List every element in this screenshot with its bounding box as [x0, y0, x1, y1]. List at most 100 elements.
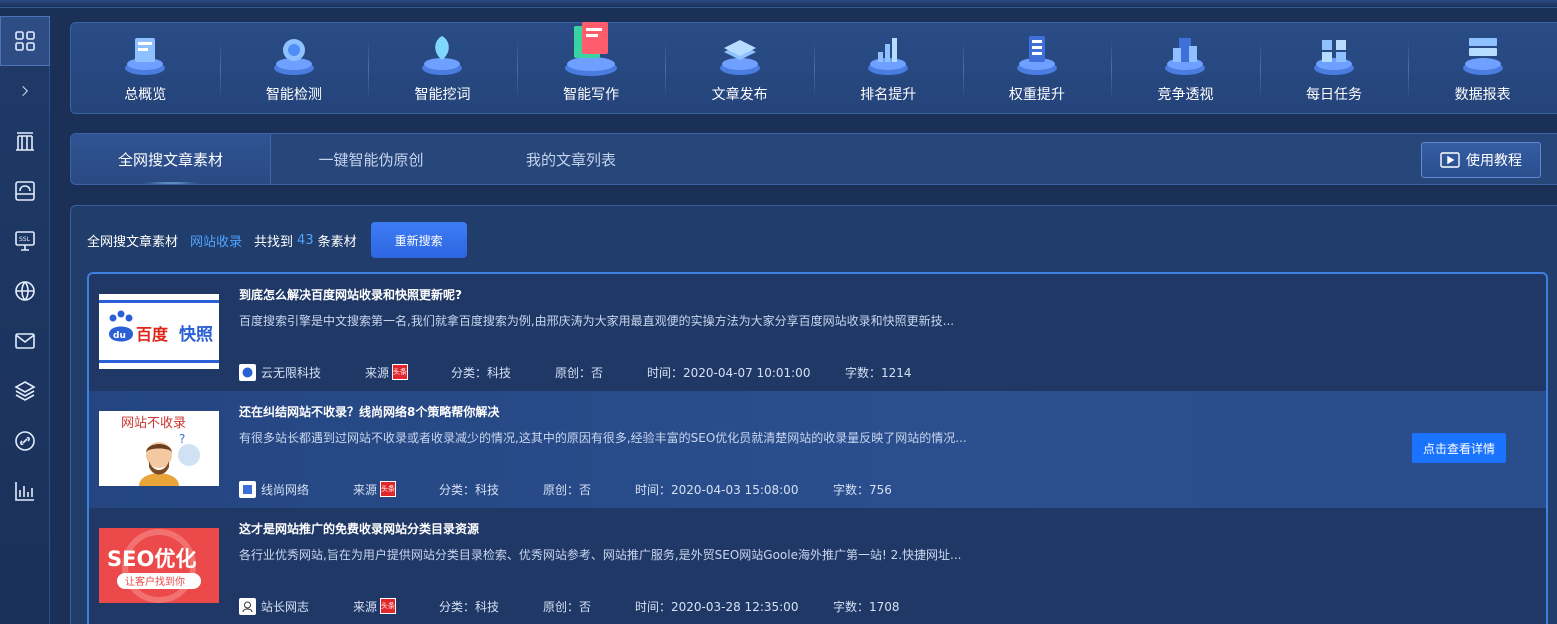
mail-icon [15, 333, 35, 349]
nav-competition[interactable]: 竞争透视 [1111, 23, 1260, 113]
article-desc: 各行业优秀网站,旨在为用户提供网站分类目录检索、优秀网站参考、网站推广服务,是外… [239, 548, 962, 562]
svg-text:?: ? [179, 432, 185, 446]
building-icon [16, 132, 34, 151]
bar-chart-icon [15, 482, 34, 501]
svg-text:SSL: SSL [19, 236, 31, 243]
tutorial-label: 使用教程 [1466, 153, 1522, 169]
weight-icon [1016, 36, 1057, 75]
list-item[interactable]: SEO优化 让客户找到你 这才是网站推广的免费收录网站分类目录资源 各行业优秀网… [89, 508, 1546, 624]
article-category: 分类：科技 [439, 482, 500, 497]
article-desc: 有很多站长都遇到过网站不收录或者收录减少的情况,这其中的原因有很多,经验丰富的S… [239, 431, 967, 445]
article-words: 字数：1708 [833, 599, 900, 614]
globe-icon [15, 281, 35, 301]
list-item[interactable]: 网站不收录 ? 还在纠结网站不收录？线尚网络8个策略帮你解决 有很多站长都遇到过… [89, 391, 1546, 508]
summary-found-suffix: 条素材 [317, 234, 357, 250]
article-title[interactable]: 这才是网站推广的免费收录网站分类目录资源 [239, 520, 479, 537]
article-desc: 百度搜索引擎是中文搜索第一名,我们就拿百度搜索为例,由邢庆涛为大家用最直观便的实… [239, 314, 955, 328]
article-meta: 站长网志 来源 头条 分类：科技 原创：否 时间：2020-03-28 12:35… [239, 596, 900, 616]
nav-keyword[interactable]: 智能挖词 [368, 23, 517, 113]
thumb-baidu-text: 百度 [136, 325, 169, 344]
keyword-icon [422, 36, 463, 75]
author-logo-icon [239, 597, 256, 615]
research-button[interactable]: 重新搜索 [370, 222, 467, 258]
summary-prefix: 全网搜文章素材 [87, 234, 179, 250]
list-item[interactable]: du 百度 快照 到底怎么解决百度网站收录和快照更新呢? 百度搜索引擎是中文搜索… [89, 274, 1546, 391]
article-meta: 线尚网络 来源 头条 分类：科技 原创：否 时间：2020-04-03 15:08… [239, 479, 892, 499]
nav-label: 智能检测 [265, 87, 322, 103]
content-panel: 全网搜文章素材 网站收录 共找到 43 条素材 重新搜索 du 百度 快照 到底 [70, 205, 1557, 624]
article-words: 字数：1214 [845, 365, 912, 380]
article-author: 云无限科技 [261, 365, 322, 380]
cloud-drive-icon [15, 181, 35, 201]
summary-keyword-link[interactable]: 网站收录 [190, 231, 242, 250]
tab-search-materials[interactable]: 全网搜文章素材 [71, 134, 271, 184]
tab-bar: 全网搜文章素材 一键智能伪原创 我的文章列表 使用教程 [70, 133, 1557, 185]
nav-label: 文章发布 [711, 87, 768, 103]
article-original: 原创：否 [543, 482, 592, 497]
nav-label: 智能挖词 [414, 87, 471, 103]
view-detail-button[interactable]: 点击查看详情 [1412, 433, 1506, 463]
writing-icon [565, 22, 618, 76]
sidebar-expand-toggle[interactable] [0, 66, 50, 116]
layers-icon [14, 381, 36, 401]
article-source: 来源 头条 [365, 364, 451, 381]
tutorial-button[interactable]: 使用教程 [1421, 142, 1541, 178]
article-original: 原创：否 [555, 365, 604, 380]
thumb-du-text: du [113, 331, 126, 341]
nav-overview[interactable]: 总概览 [71, 23, 220, 113]
article-time: 时间：2020-04-07 10:01:00 [647, 365, 811, 380]
nav-writing[interactable]: 智能写作 [516, 22, 666, 113]
toutiao-badge-icon: 头条 [380, 598, 397, 614]
nav-weight[interactable]: 权重提升 [962, 23, 1112, 113]
toutiao-badge-icon: 头条 [380, 481, 397, 497]
article-thumbnail: SEO优化 让客户找到你 [99, 528, 219, 603]
sidebar-item-mail[interactable] [0, 316, 50, 366]
sidebar-item-globe[interactable] [0, 266, 50, 316]
sidebar-item-building[interactable] [0, 116, 50, 166]
summary-found-prefix: 共找到 [254, 234, 294, 250]
nav-label: 竞争透视 [1157, 87, 1214, 103]
ssl-monitor-icon: SSL [15, 231, 35, 251]
sidebar-item-cloud[interactable] [0, 166, 50, 216]
nav-label: 排名提升 [860, 87, 917, 103]
article-time: 时间：2020-03-28 12:35:00 [635, 599, 799, 614]
left-sidebar: SSL [0, 16, 50, 624]
sidebar-item-chart[interactable] [0, 466, 50, 516]
source-label: 来源 [365, 365, 390, 380]
summary-count: 43 [297, 232, 314, 248]
apps-grid-icon [15, 31, 35, 51]
sidebar-item-layers[interactable] [0, 366, 50, 416]
task-icon [1314, 40, 1355, 75]
sidebar-item-apps[interactable] [0, 16, 50, 66]
author-logo-icon [239, 363, 256, 381]
article-words: 字数：756 [833, 482, 892, 497]
article-thumbnail: 网站不收录 ? [99, 411, 219, 486]
nav-ranking[interactable]: 排名提升 [813, 23, 963, 113]
thumb-seo-text: SEO优化 [107, 547, 196, 571]
article-category: 分类：科技 [439, 599, 500, 614]
sidebar-item-ssl[interactable]: SSL [0, 216, 50, 266]
nav-label: 每日任务 [1306, 87, 1363, 103]
article-original: 原创：否 [543, 599, 592, 614]
publish-icon [719, 40, 760, 75]
sidebar-item-link[interactable] [0, 416, 50, 466]
source-label: 来源 [353, 599, 378, 614]
detect-icon [273, 39, 314, 75]
nav-detect[interactable]: 智能检测 [219, 23, 369, 113]
article-thumbnail: du 百度 快照 [99, 294, 219, 369]
nav-label: 智能写作 [563, 87, 620, 103]
tab-smart-rewrite[interactable]: 一键智能伪原创 [271, 134, 471, 184]
article-title[interactable]: 到底怎么解决百度网站收录和快照更新呢? [239, 286, 462, 303]
nav-label: 权重提升 [1008, 87, 1065, 103]
top-navigation: 总概览 智能检测 智能挖词 智能写作 文章发布 排名提升 权重提升 竞争透视 每… [70, 22, 1557, 114]
article-author: 站长网志 [261, 599, 310, 614]
nav-publish[interactable]: 文章发布 [665, 23, 814, 113]
nav-report[interactable]: 数据报表 [1408, 23, 1557, 113]
tab-my-articles[interactable]: 我的文章列表 [471, 134, 671, 184]
article-title[interactable]: 还在纠结网站不收录？线尚网络8个策略帮你解决 [239, 403, 499, 420]
article-source: 来源 头条 [353, 598, 439, 615]
toutiao-badge-icon: 头条 [392, 364, 409, 380]
author-logo-icon [239, 480, 256, 498]
nav-daily-task[interactable]: 每日任务 [1259, 23, 1409, 113]
competition-icon [1165, 38, 1206, 75]
